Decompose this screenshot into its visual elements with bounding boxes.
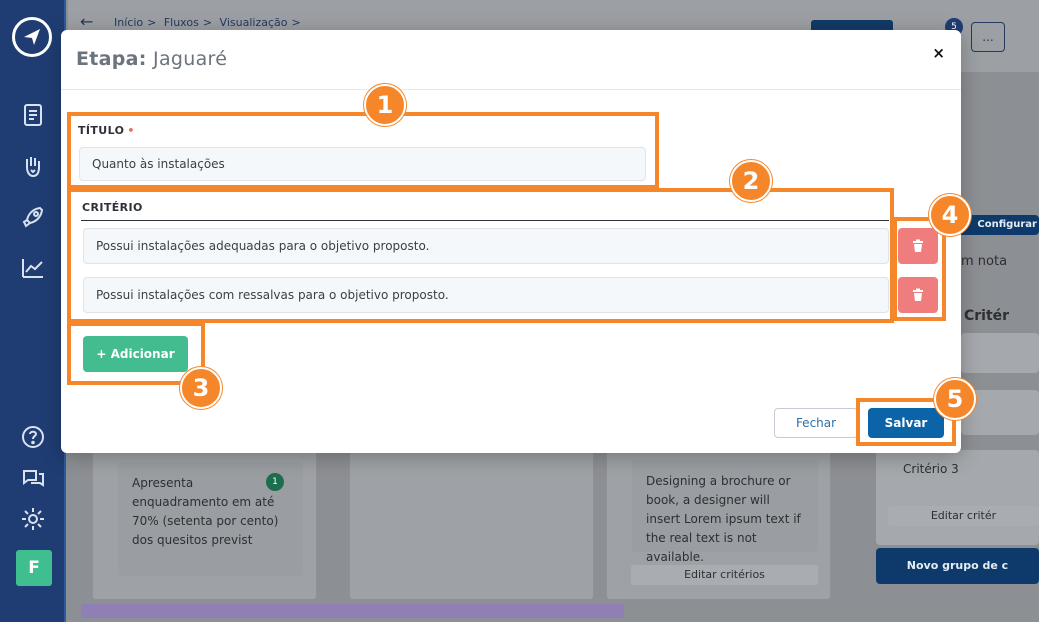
user-avatar[interactable]: F <box>16 550 52 586</box>
hand-heart-icon[interactable] <box>20 153 46 179</box>
trash-icon <box>913 288 923 301</box>
required-indicator: • <box>127 124 135 137</box>
app-sidebar: F <box>0 0 66 622</box>
annotation-number-4: 4 <box>929 194 971 236</box>
board-column <box>349 450 594 600</box>
close-icon[interactable]: × <box>932 44 945 62</box>
count-badge: 1 <box>266 473 284 491</box>
criterion-label: Critério 3 <box>903 462 959 476</box>
modal-title-label: Etapa: <box>76 48 147 70</box>
criteria-card: Designing a brochure or book, a designer… <box>632 460 818 564</box>
title-input[interactable] <box>79 147 646 181</box>
save-button[interactable]: Salvar <box>868 408 944 438</box>
breadcrumb: Início > Fluxos > Visualização > <box>114 16 301 29</box>
delete-criterion-button[interactable] <box>898 228 938 264</box>
edit-criteria-button[interactable]: Editar critér <box>888 506 1039 526</box>
back-arrow-icon[interactable]: ← <box>80 12 93 31</box>
annotation-number-2: 2 <box>730 160 772 202</box>
add-criterion-button[interactable]: + Adicionar <box>83 336 188 372</box>
breadcrumb-item[interactable]: Início <box>114 16 143 29</box>
grade-label: m nota <box>961 254 1008 269</box>
annotation-number-1: 1 <box>364 84 406 126</box>
modal-header: Etapa: Jaguaré × <box>61 30 961 90</box>
chart-icon[interactable] <box>20 255 46 281</box>
gear-icon[interactable] <box>20 506 46 532</box>
new-group-button[interactable]: Novo grupo de c <box>876 548 1039 584</box>
trash-icon <box>913 239 923 252</box>
document-icon[interactable] <box>20 102 46 128</box>
help-icon[interactable] <box>20 424 46 450</box>
annotation-number-3: 3 <box>180 367 222 409</box>
horizontal-scrollbar[interactable] <box>81 604 624 618</box>
more-options-button[interactable]: ... <box>971 22 1005 52</box>
criteria-heading: Critér <box>964 308 1010 324</box>
close-button[interactable]: Fechar <box>774 408 858 438</box>
delete-criterion-button[interactable] <box>898 277 938 313</box>
criterion-input[interactable] <box>83 277 889 313</box>
annotation-number-5: 5 <box>934 378 976 420</box>
edit-criteria-button[interactable]: Editar critérios <box>631 565 818 585</box>
modal-title-value: Jaguaré <box>153 48 228 70</box>
criterion-input[interactable] <box>83 228 889 264</box>
rocket-icon[interactable] <box>20 204 46 230</box>
modal-title: Etapa: Jaguaré <box>76 48 227 70</box>
breadcrumb-item[interactable]: Fluxos <box>164 16 199 29</box>
title-field-label: TÍTULO • <box>78 124 135 137</box>
chat-icon[interactable] <box>20 465 46 491</box>
breadcrumb-item[interactable]: Visualização <box>220 16 288 29</box>
criteria-field-label: CRITÉRIO <box>82 201 143 214</box>
criteria-divider <box>81 220 889 221</box>
app-logo-icon[interactable] <box>12 17 52 57</box>
criteria-card <box>961 333 1039 373</box>
